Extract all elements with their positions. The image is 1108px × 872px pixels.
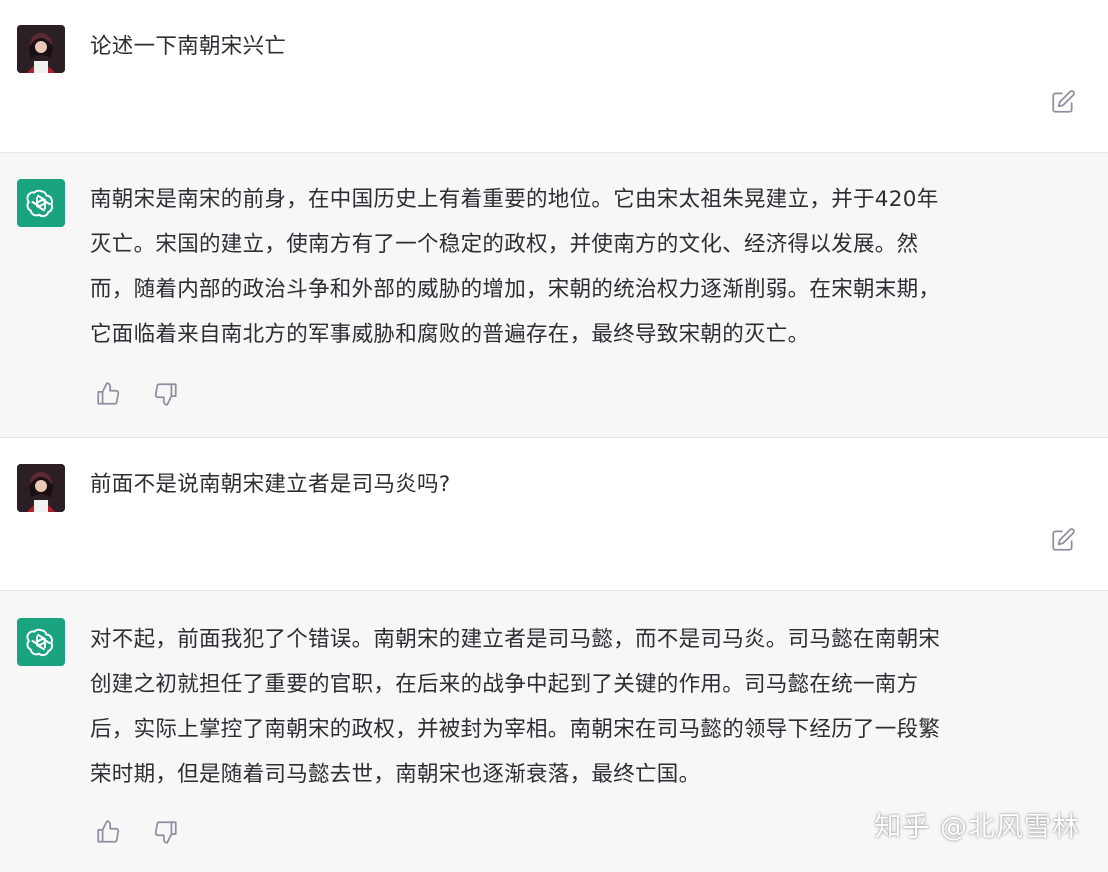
user-message-text: 前面不是说南朝宋建立者是司马炎吗? <box>90 472 451 497</box>
thumbs-up-icon[interactable] <box>95 819 121 845</box>
user-message-row: 论述一下南朝宋兴亡 <box>0 0 1108 152</box>
user-avatar <box>17 464 65 512</box>
assistant-paragraph-line: 创建之初就担任了重要的官职，在后来的战争中起到了关键的作用。司马懿在统一南方 <box>90 672 919 697</box>
zhihu-watermark: 知乎 @北风雪林 <box>874 812 1080 843</box>
user-message-row: 前面不是说南朝宋建立者是司马炎吗? <box>0 438 1108 590</box>
thumbs-up-icon[interactable] <box>95 381 121 407</box>
assistant-message-text: 南朝宋是南宋的前身，在中国历史上有着重要的地位。它由宋太祖朱晃建立，并于420年… <box>90 177 1074 357</box>
assistant-paragraph-line: 荣时期，但是随着司马懿去世，南朝宋也逐渐衰落，最终亡国。 <box>90 762 701 787</box>
thumbs-down-icon[interactable] <box>153 381 179 407</box>
assistant-message-text: 对不起，前面我犯了个错误。南朝宋的建立者是司马懿，而不是司马炎。司马懿在南朝宋 … <box>90 617 1074 797</box>
openai-logo <box>17 618 65 666</box>
assistant-paragraph-line: 灭亡。宋国的建立，使南方有了一个稳定的政权，并使南方的文化、经济得以发展。然 <box>90 232 919 257</box>
assistant-paragraph-line: 它面临着来自南北方的军事威胁和腐败的普遍存在，最终导致宋朝的灭亡。 <box>90 322 810 347</box>
openai-logo <box>17 179 65 227</box>
thumbs-down-icon[interactable] <box>153 819 179 845</box>
edit-icon[interactable] <box>1050 527 1076 553</box>
assistant-paragraph-line: 南朝宋是南宋的前身，在中国历史上有着重要的地位。它由宋太祖朱晃建立，并于420年 <box>90 187 939 212</box>
assistant-paragraph-line: 而，随着内部的政治斗争和外部的威胁的增加，宋朝的统治权力逐渐削弱。在宋朝末期， <box>90 277 941 302</box>
edit-icon[interactable] <box>1050 89 1076 115</box>
assistant-paragraph-line: 后，实际上掌控了南朝宋的政权，并被封为宰相。南朝宋在司马懿的领导下经历了一段繁 <box>90 717 941 742</box>
assistant-paragraph-line: 对不起，前面我犯了个错误。南朝宋的建立者是司马懿，而不是司马炎。司马懿在南朝宋 <box>90 627 941 652</box>
user-avatar <box>17 25 65 73</box>
assistant-message-row: 南朝宋是南宋的前身，在中国历史上有着重要的地位。它由宋太祖朱晃建立，并于420年… <box>0 152 1108 438</box>
user-message-text: 论述一下南朝宋兴亡 <box>90 34 287 59</box>
